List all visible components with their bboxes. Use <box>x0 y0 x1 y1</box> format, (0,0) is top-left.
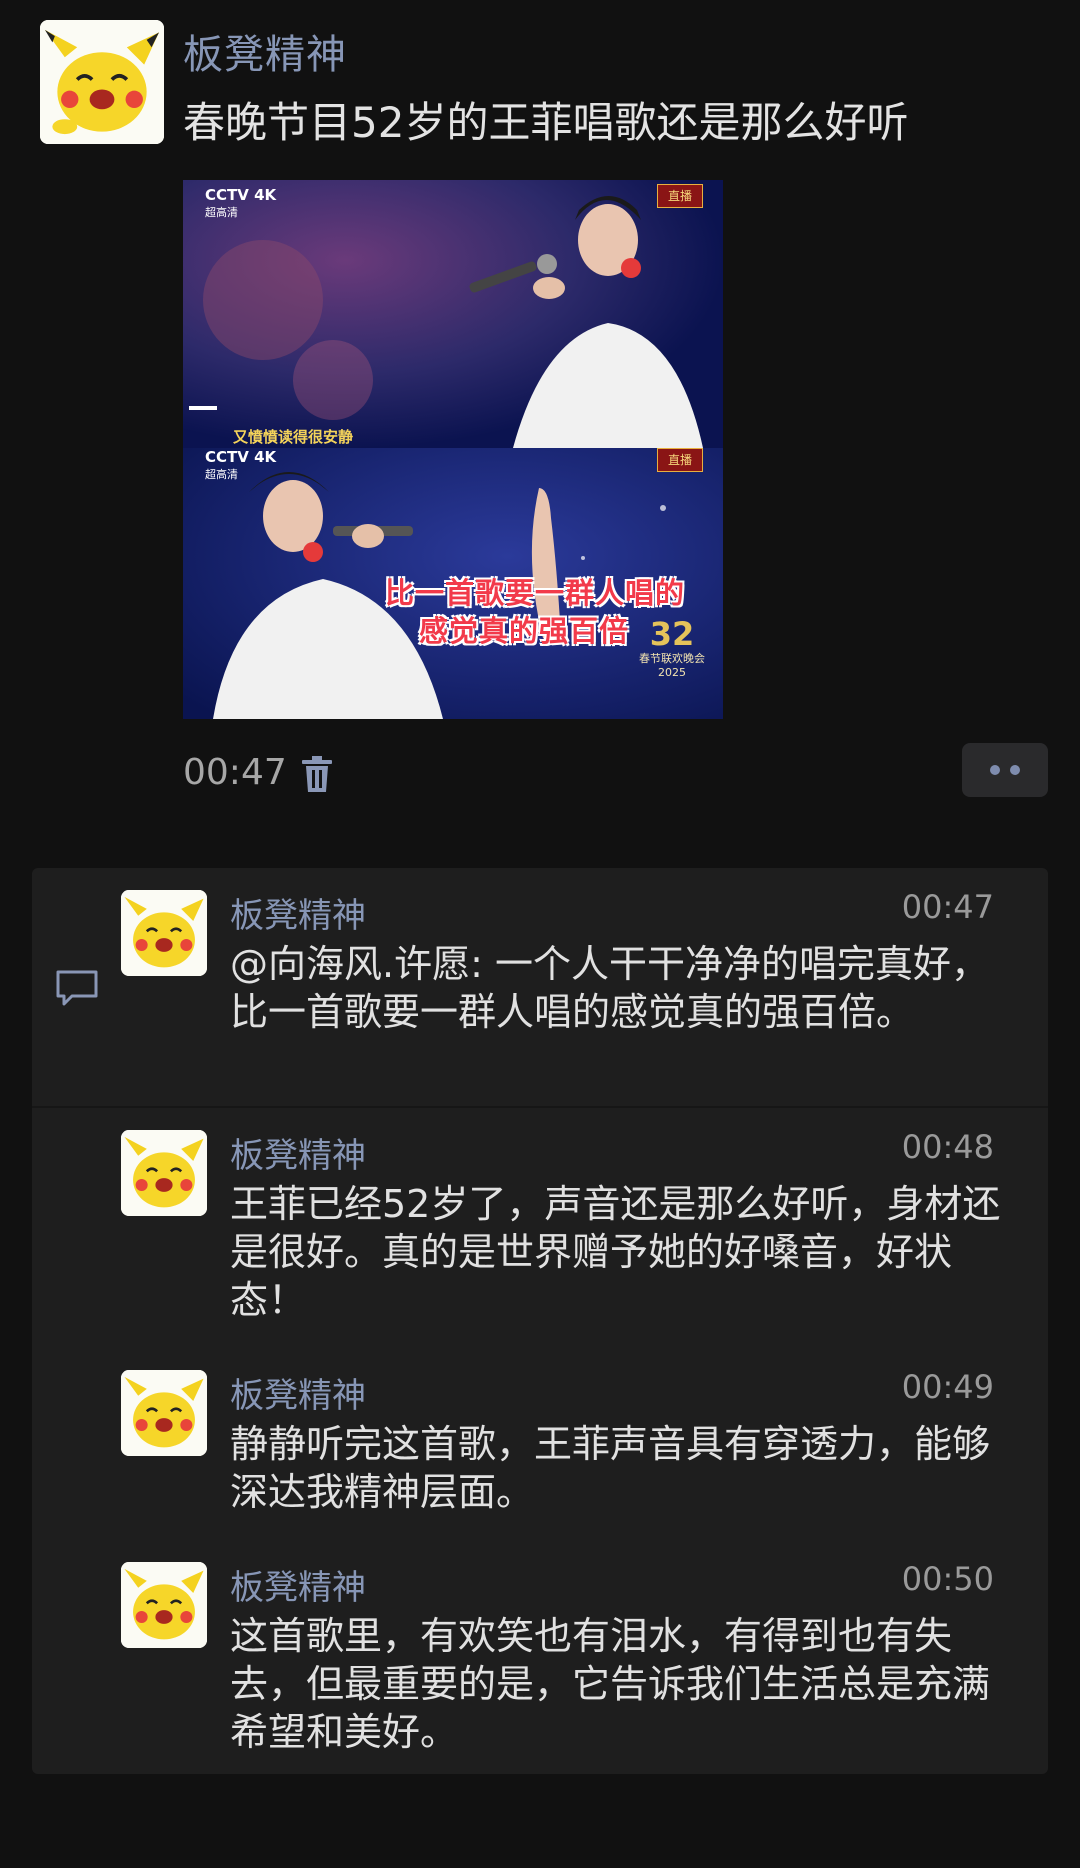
pikachu-avatar-icon <box>121 1370 207 1456</box>
image-top-subtitle: 又憤憤读得很安静 <box>233 428 354 446</box>
pikachu-avatar-icon <box>121 1130 207 1216</box>
image-frame-bottom: CCTV 4K 超高清 直播 比一首歌要一群人唱的 感觉真的强百倍 32 春节联欢… <box>183 448 723 719</box>
cctv-logo-bottom: CCTV 4K 超高清 <box>205 448 277 481</box>
comment-author[interactable]: 板凳精神 <box>230 1560 366 1609</box>
pikachu-avatar-icon <box>40 20 164 144</box>
post-author-avatar[interactable] <box>40 20 164 144</box>
post-image[interactable]: CCTV 4K 超高清 直播 又憤憤读得很安静 CCTV 4K 超高清 直播 比… <box>183 180 723 719</box>
comment-text[interactable]: 王菲已经52岁了，声音还是那么好听，身材还是很好。真的是世界赠予她的好嗓音，好状… <box>230 1180 1010 1324</box>
cctv-logo-top: CCTV 4K 超高清 <box>205 186 277 219</box>
comment-avatar[interactable] <box>121 1370 207 1456</box>
comment-time: 00:48 <box>901 1128 994 1166</box>
post-author-name[interactable]: 板凳精神 <box>183 22 347 80</box>
comment-avatar[interactable] <box>121 1130 207 1216</box>
image-caption-line2: 感觉真的强百倍 <box>419 614 630 648</box>
comment-text[interactable]: 这首歌里，有欢笑也有泪水，有得到也有失去，但最重要的是，它告诉我们生活总是充满希… <box>230 1612 1010 1756</box>
comment-bubble-icon <box>56 970 98 1006</box>
pikachu-avatar-icon <box>121 890 207 976</box>
live-badge-bottom: 直播 <box>657 448 703 472</box>
more-dots-icon <box>990 765 1000 775</box>
comment-time: 00:50 <box>901 1560 994 1598</box>
more-button[interactable] <box>962 743 1048 797</box>
comments-panel: 板凳精神 00:47 @向海风.许愿: 一个人干干净净的唱完真好，比一首歌要一群… <box>32 868 1048 1774</box>
comment-author[interactable]: 板凳精神 <box>230 1368 366 1417</box>
comment-author[interactable]: 板凳精神 <box>230 1128 366 1177</box>
pikachu-avatar-icon <box>121 1562 207 1648</box>
post-time: 00:47 <box>183 752 287 793</box>
comments-divider <box>32 1106 1048 1108</box>
comment-time: 00:47 <box>901 888 994 926</box>
gala-logo: 32 春节联欢晚会 2025 <box>639 615 705 679</box>
comment-text[interactable]: @向海风.许愿: 一个人干干净净的唱完真好，比一首歌要一群人唱的感觉真的强百倍。 <box>230 940 1010 1036</box>
comment-avatar[interactable] <box>121 1562 207 1648</box>
comment-avatar[interactable] <box>121 890 207 976</box>
image-frame-top: CCTV 4K 超高清 直播 又憤憤读得很安静 <box>183 180 723 448</box>
live-badge-top: 直播 <box>657 184 703 208</box>
trash-icon[interactable] <box>300 754 334 794</box>
more-dots-icon <box>1010 765 1020 775</box>
comment-author[interactable]: 板凳精神 <box>230 888 366 937</box>
comment-text[interactable]: 静静听完这首歌，王菲声音具有穿透力，能够深达我精神层面。 <box>230 1420 1010 1516</box>
image-caption-line1: 比一首歌要一群人唱的 <box>385 576 686 610</box>
post-text: 春晚节目52岁的王菲唱歌还是那么好听 <box>183 98 909 147</box>
comment-time: 00:49 <box>901 1368 994 1406</box>
